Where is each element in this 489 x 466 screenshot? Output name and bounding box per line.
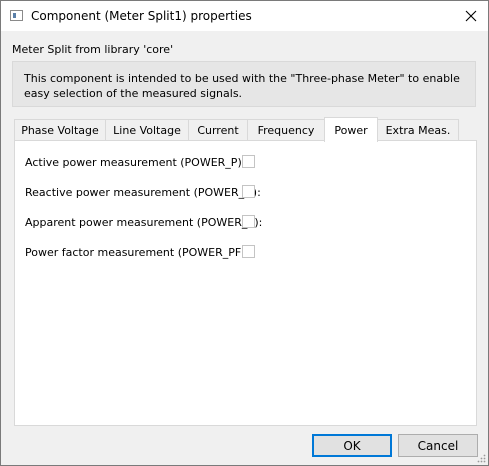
power-tab-panel: Active power measurement (POWER_P): Reac… (14, 140, 477, 426)
library-info: Meter Split from library 'core' (12, 43, 174, 56)
tab-frequency[interactable]: Frequency (247, 119, 325, 140)
apparent-power-label: Apparent power measurement (POWER_S): (25, 216, 263, 229)
window-icon (10, 10, 23, 21)
close-button[interactable] (453, 1, 489, 31)
properties-dialog: Component (Meter Split1) properties Mete… (0, 0, 489, 466)
tab-line-voltage[interactable]: Line Voltage (105, 119, 189, 140)
apparent-power-checkbox[interactable] (242, 215, 255, 228)
tab-phase-voltage[interactable]: Phase Voltage (14, 119, 106, 140)
description-text: This component is intended to be used wi… (24, 72, 460, 100)
reactive-power-checkbox[interactable] (242, 185, 255, 198)
title-bar[interactable]: Component (Meter Split1) properties (1, 1, 488, 31)
reactive-power-label: Reactive power measurement (POWER_Q): (25, 186, 261, 199)
power-factor-label: Power factor measurement (POWER_PF): (25, 246, 250, 259)
ok-button[interactable]: OK (312, 434, 392, 457)
description-box: This component is intended to be used wi… (12, 61, 476, 107)
cancel-button[interactable]: Cancel (398, 434, 478, 457)
tab-power[interactable]: Power (324, 117, 378, 142)
active-power-checkbox[interactable] (242, 155, 255, 168)
close-icon (465, 10, 477, 22)
tab-extra-meas[interactable]: Extra Meas. (377, 119, 459, 140)
active-power-label: Active power measurement (POWER_P): (25, 156, 246, 169)
power-factor-checkbox[interactable] (242, 245, 255, 258)
tab-current[interactable]: Current (188, 119, 248, 140)
window-title: Component (Meter Split1) properties (31, 9, 252, 23)
resize-grip-icon[interactable] (476, 453, 486, 463)
